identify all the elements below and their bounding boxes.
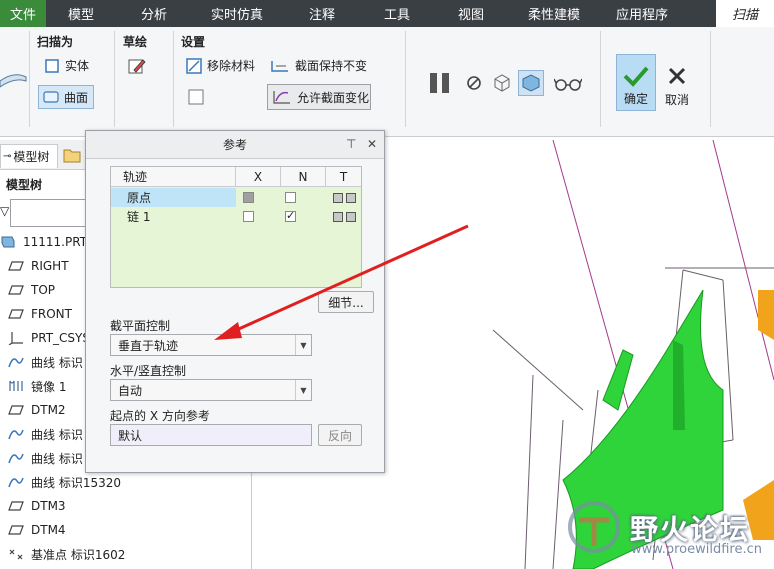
annotation-arrow [214,224,469,340]
